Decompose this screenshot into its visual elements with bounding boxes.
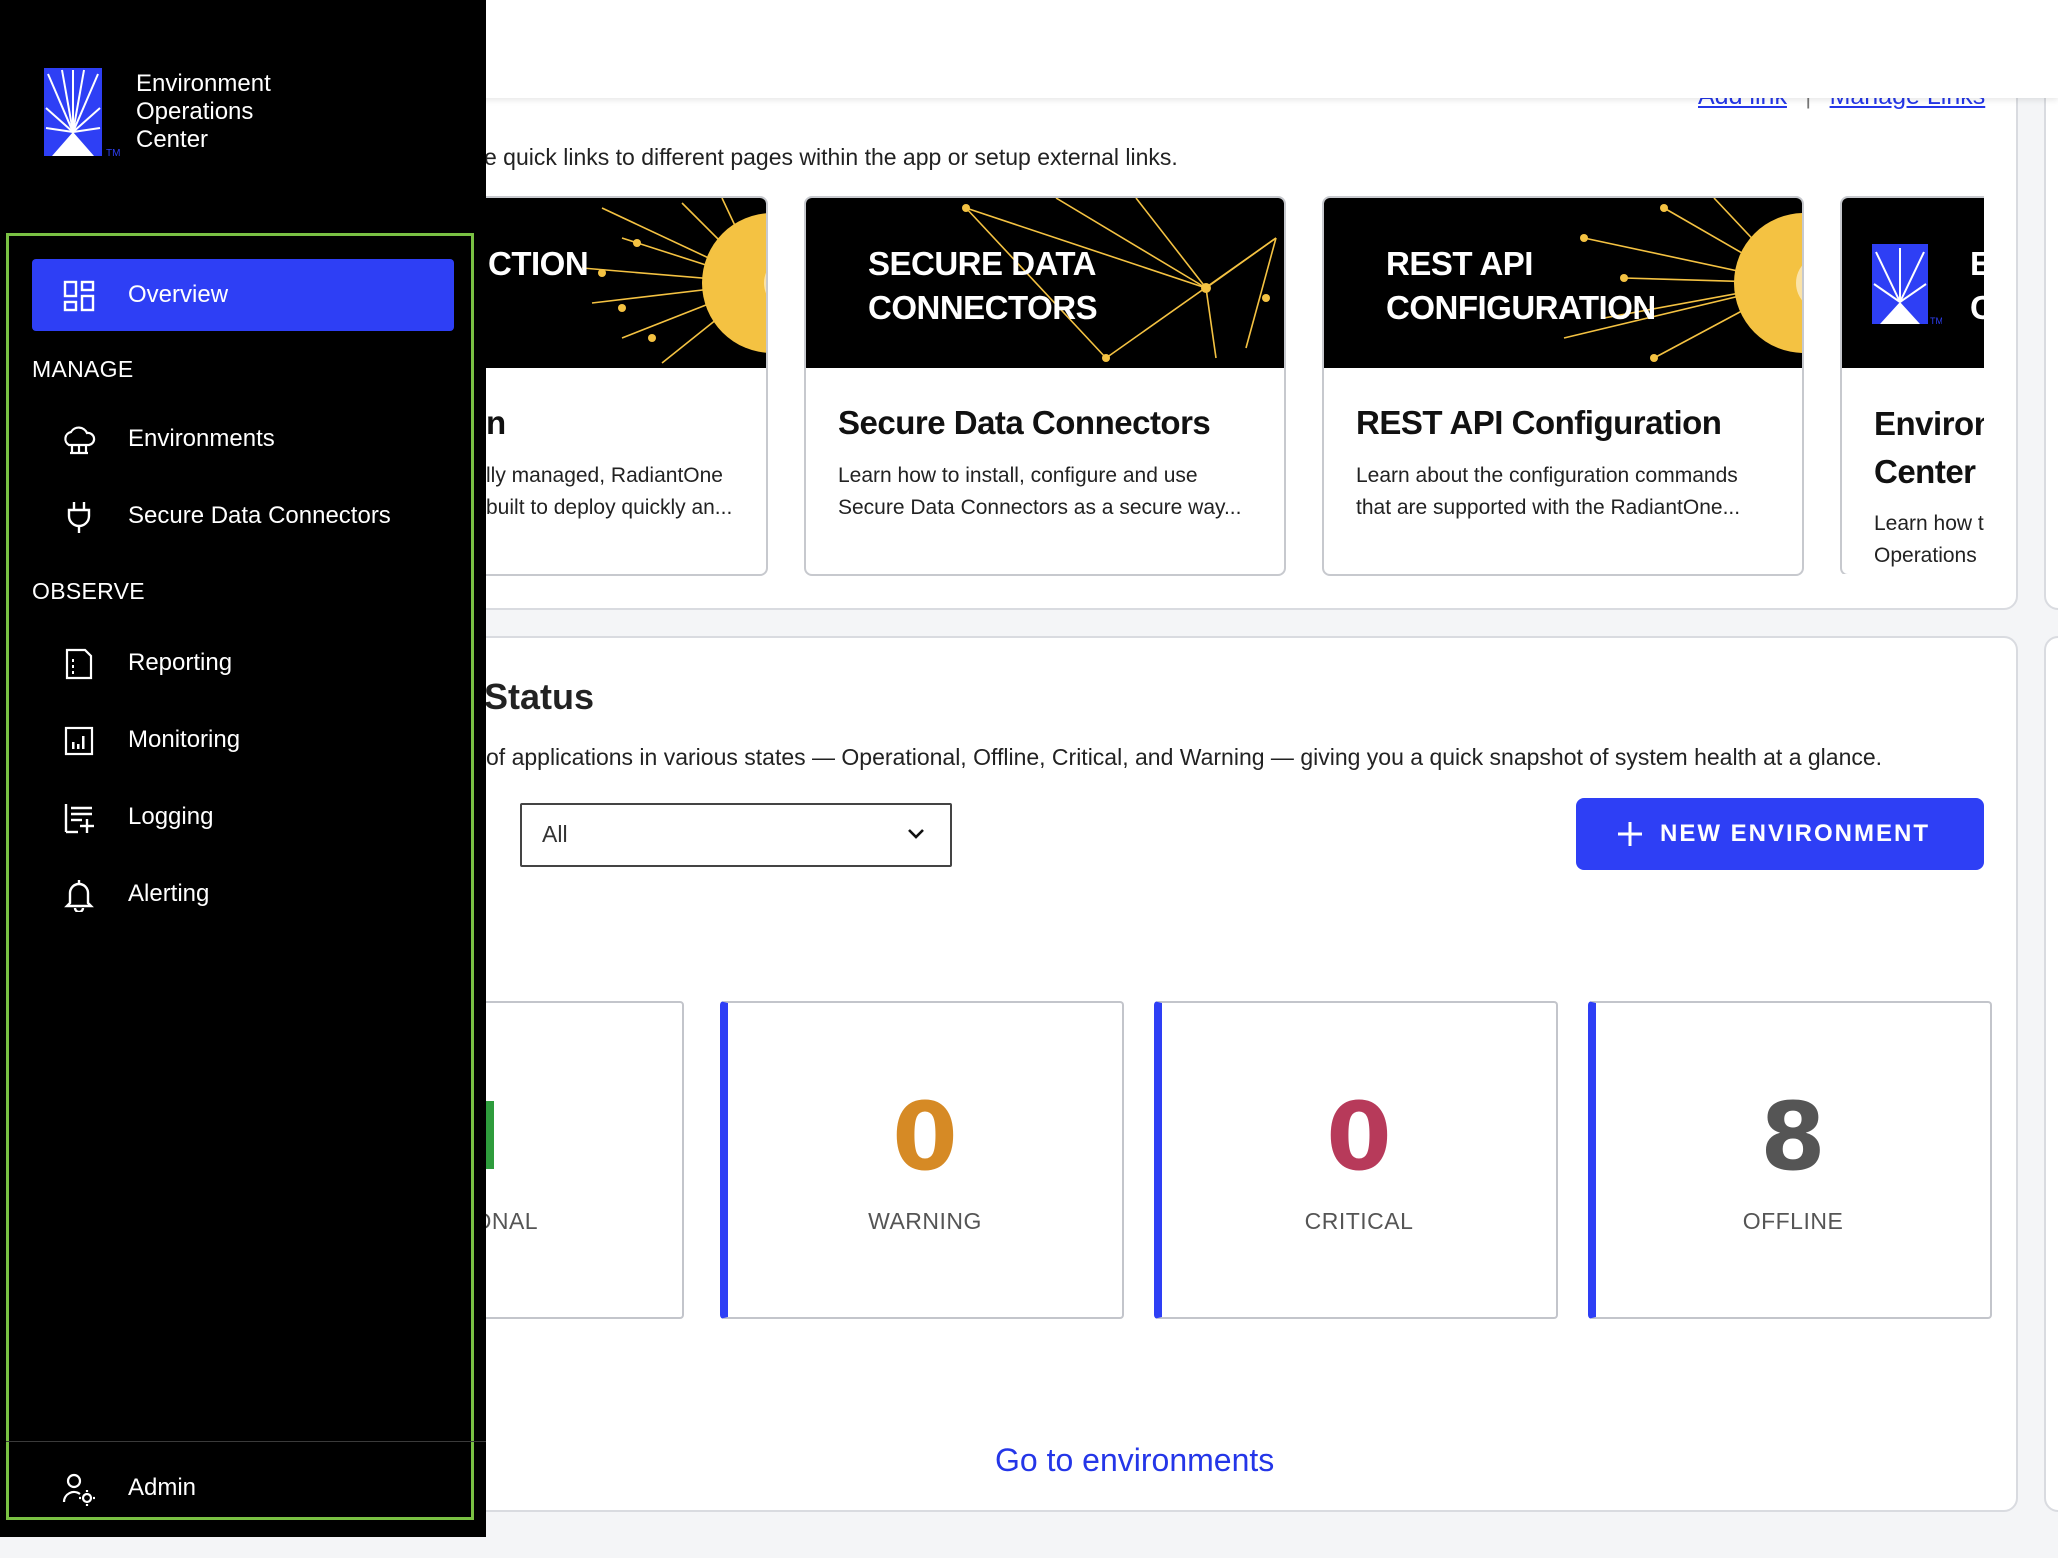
card-desc-line: Secure Data Connectors as a secure way..… — [838, 496, 1242, 519]
bell-icon — [64, 880, 94, 912]
status-card-critical[interactable]: 0 CRITICAL — [1154, 1001, 1558, 1319]
banner-line: CONFIGURATION — [1386, 289, 1656, 326]
card-banner: TM E C — [1842, 198, 1984, 368]
card-desc-line: that are supported with the RadiantOne..… — [1356, 496, 1741, 519]
plus-icon — [1618, 822, 1642, 846]
status-card-label: CRITICAL — [1304, 1208, 1414, 1234]
card-description: Learn about the configuration commands t… — [1356, 460, 1782, 524]
trademark-mark: TM — [106, 148, 120, 158]
card-description: Learn how to install, configure and use … — [838, 460, 1264, 524]
quick-link-card-secure-data-connectors[interactable]: SECURE DATA CONNECTORS Secure Data Conne… — [804, 196, 1286, 576]
card-title-line: Center — [1874, 453, 1976, 490]
right-edge-panel — [2044, 40, 2058, 610]
card-desc-line: built to deploy quickly an... — [486, 496, 733, 519]
cloud-icon — [64, 426, 96, 455]
new-environment-button[interactable]: NEW ENVIRONMENT — [1576, 798, 1984, 870]
status-card-value: 8 — [1760, 1083, 1826, 1192]
card-desc-line: lly managed, RadiantOne — [486, 464, 723, 487]
sidebar-item-environments[interactable]: Environments — [32, 403, 454, 475]
sidebar-item-admin[interactable]: Admin — [32, 1452, 454, 1524]
chart-icon — [64, 726, 94, 756]
sidebar-item-reporting[interactable]: Reporting — [32, 627, 454, 699]
quick-link-card-rest-api[interactable]: REST API CONFIGURATION REST API Configur… — [1322, 196, 1804, 576]
new-environment-label: NEW ENVIRONMENT — [1660, 820, 1930, 847]
sidebar-item-label: Reporting — [128, 649, 233, 676]
sidebar-item-label: Alerting — [128, 880, 210, 907]
sidebar-item-label: Secure Data Connectors — [128, 502, 391, 529]
status-description: of applications in various states — Oper… — [486, 744, 1883, 770]
brand-line: Operations — [136, 98, 254, 125]
brand-line: Center — [136, 126, 209, 153]
card-clip: TM E C Environ Center Learn how t Operat… — [1840, 196, 1984, 574]
go-to-environments-link[interactable]: Go to environments — [995, 1442, 1274, 1479]
card-banner-text: CTION — [488, 245, 589, 282]
banner-line: SECURE DATA — [868, 245, 1096, 282]
card-description: Learn how t Operations — [1874, 508, 1984, 572]
eoc-logo-icon: TM — [44, 68, 120, 158]
sidebar-item-alerting[interactable]: Alerting — [32, 858, 454, 930]
dashboard-icon — [63, 280, 95, 312]
banner-line: REST API — [1386, 245, 1533, 282]
sidebar-item-label: Logging — [128, 803, 214, 830]
card-banner-text: REST API CONFIGURATION — [1386, 242, 1656, 330]
card-description: lly managed, RadiantOne built to deploy … — [486, 460, 746, 524]
plug-icon — [67, 502, 91, 533]
eoc-logo-icon: TM — [1872, 244, 1942, 326]
report-icon — [65, 648, 93, 680]
card-desc-line: Learn how to install, configure and use — [838, 464, 1198, 487]
card-desc-line: Learn how t — [1874, 512, 1984, 535]
brand-line: Environment — [136, 70, 271, 97]
banner-line: CONNECTORS — [868, 289, 1098, 326]
card-banner: SECURE DATA CONNECTORS — [806, 198, 1284, 368]
svg-text:TM: TM — [1930, 316, 1942, 326]
sidebar-item-secure-data-connectors[interactable]: Secure Data Connectors — [32, 480, 454, 552]
card-desc-line: Operations — [1874, 544, 1977, 567]
status-title: Status — [484, 676, 595, 717]
quick-link-card-eoc[interactable]: TM E C Environ Center Learn how t Operat… — [1840, 196, 1984, 574]
filter-value: All — [542, 821, 568, 847]
sidebar-item-label: Admin — [128, 1474, 197, 1501]
status-card-value: 0 — [1326, 1083, 1392, 1192]
banner-line: C — [1970, 286, 1984, 330]
status-card-label: OFFLINE — [1742, 1208, 1844, 1234]
card-desc-line: Learn about the configuration commands — [1356, 464, 1738, 487]
sidebar: TM Environment Operations Center Overvie… — [0, 0, 486, 1537]
sidebar-divider — [6, 1441, 486, 1442]
card-banner: REST API CONFIGURATION — [1324, 198, 1802, 368]
status-card-label: WARNING — [868, 1208, 982, 1234]
banner-line: E — [1970, 242, 1984, 286]
brand-name[interactable]: Environment Operations Center — [136, 70, 271, 154]
sidebar-item-monitoring[interactable]: Monitoring — [32, 704, 454, 776]
user-gear-icon — [62, 1473, 95, 1506]
sidebar-item-label: Monitoring — [128, 726, 241, 753]
section-label-observe: OBSERVE — [32, 578, 145, 604]
sidebar-item-label: Environments — [128, 425, 275, 452]
log-icon — [64, 804, 94, 834]
sidebar-item-logging[interactable]: Logging — [32, 781, 454, 853]
card-title: Secure Data Connectors — [838, 404, 1211, 441]
sidebar-item-label: Overview — [128, 281, 229, 308]
card-banner-text: SECURE DATA CONNECTORS — [868, 242, 1098, 330]
card-title: REST API Configuration — [1356, 404, 1722, 441]
status-card-value: 0 — [892, 1083, 958, 1192]
card-banner-text: E C — [1970, 242, 1984, 330]
chevron-down-icon — [908, 829, 924, 839]
right-edge-panel-2 — [2044, 636, 2058, 1512]
sidebar-item-overview[interactable]: Overview — [32, 259, 454, 331]
card-title: n — [486, 404, 506, 441]
environment-filter-select[interactable]: All — [520, 803, 952, 867]
quick-links-description: e quick links to different pages within … — [484, 144, 1178, 170]
status-card-offline[interactable]: 8 OFFLINE — [1588, 1001, 1992, 1319]
card-title: Environ Center — [1874, 400, 1984, 496]
section-label-manage: MANAGE — [32, 356, 134, 382]
card-title-line: Environ — [1874, 405, 1984, 442]
status-card-warning[interactable]: 0 WARNING — [720, 1001, 1124, 1319]
